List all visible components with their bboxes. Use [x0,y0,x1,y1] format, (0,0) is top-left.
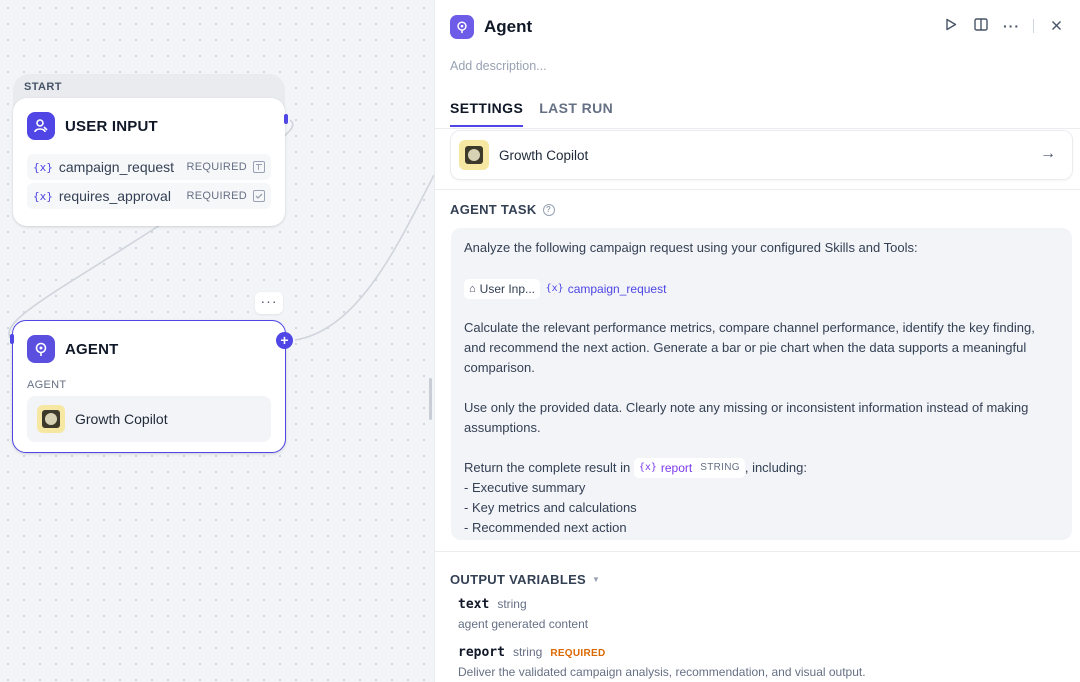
user-input-node[interactable]: USER INPUT {x} campaign_request REQUIRED… [13,98,285,226]
tool-thumbnail [459,140,489,170]
help-icon[interactable]: ? [542,203,555,216]
run-icon[interactable] [943,18,959,34]
agent-node-title: AGENT [65,340,119,358]
divider [435,189,1080,190]
tool-name: Growth Copilot [75,411,168,427]
arrow-right-icon[interactable]: → [1040,145,1056,163]
user-input-title: USER INPUT [65,117,158,135]
output-variable-item: text string agent generated content [458,597,588,631]
user-input-icon [27,112,55,140]
required-badge: REQUIRED [550,648,606,659]
add-node-button[interactable]: + [276,332,293,349]
output-variable-chip[interactable]: {x} report STRING [633,458,745,479]
description-field[interactable]: Add description... [450,59,547,73]
required-label: REQUIRED [186,161,247,173]
divider [1033,19,1034,33]
home-icon: ⌂ [469,282,476,295]
variable-name: campaign_request [58,159,175,175]
bullet-item: - Key metrics and calculations [464,500,637,516]
start-section-label: START [24,81,62,93]
agent-task-title: AGENT TASK [450,202,537,217]
variable-reference-chip[interactable]: {x} campaign_request [544,279,669,299]
agent-task-editor[interactable]: Analyze the following campaign request u… [451,228,1072,540]
task-paragraph-1: Calculate the relevant performance metri… [464,319,1035,375]
variable-row[interactable]: {x} campaign_request REQUIRED [27,154,271,180]
agent-node[interactable]: AGENT AGENT Growth Copilot [12,320,286,453]
agent-task-heading: AGENT TASK ? [450,202,555,217]
return-prefix: Return the complete result in [464,459,631,475]
variable-icon: {x} [638,462,657,474]
variable-icon: {x} [33,160,53,174]
tool-card-name: Growth Copilot [499,147,589,163]
agent-settings-panel: Agent ··· Add description... SETTINGS LA… [434,0,1080,682]
agent-section-label: AGENT [27,379,67,391]
tab-settings[interactable]: SETTINGS [450,100,524,127]
variable-row[interactable]: {x} requires_approval REQUIRED [27,183,271,209]
tool-thumbnail [37,405,65,433]
agent-tool-item[interactable]: Growth Copilot [27,396,271,442]
return-suffix: , including: [744,459,807,475]
panel-title: Agent [484,17,533,36]
agent-icon [450,15,474,39]
node-more-button[interactable]: ··· [255,292,283,314]
output-variable-name: text [458,597,490,612]
required-label: REQUIRED [186,190,247,202]
variable-icon: {x} [545,282,564,294]
output-variable-type: string [512,645,543,659]
bullet-item: - Executive summary [464,480,586,496]
task-paragraph-2: Use only the provided data. Clearly note… [464,399,1029,435]
checkbox-icon [253,190,265,202]
output-variable-item: report string REQUIRED Deliver the validat… [458,645,866,679]
bullet-item: - Recommended next action [464,520,627,536]
agent-input-handle[interactable] [10,334,14,344]
output-variable-name: report [458,645,505,660]
caret-down-icon: ▼ [592,575,601,584]
panel-tabs: SETTINGS LAST RUN [450,100,613,127]
chip-output-name: report [660,461,693,476]
chip-node-name: User Inp... [479,281,536,296]
output-variable-type: string [497,597,527,611]
node-reference-chip[interactable]: ⌂ User Inp... [464,278,541,299]
chip-variable-name: campaign_request [567,281,667,296]
divider [435,551,1080,552]
output-variables-heading[interactable]: OUTPUT VARIABLES ▼ [450,572,600,587]
divider [435,128,1080,129]
text-icon [253,161,265,173]
output-variables-title: OUTPUT VARIABLES [450,572,587,587]
task-intro: Analyze the following campaign request u… [464,240,918,255]
close-icon[interactable] [1048,18,1064,34]
start-output-handle[interactable] [284,114,288,124]
docs-icon[interactable] [973,18,989,34]
workflow-canvas[interactable]: START USER INPUT {x} campaign_request RE… [0,0,434,682]
edge-agent-to-next [294,174,434,341]
output-variable-description: Deliver the validated campaign analysis,… [458,665,866,679]
output-variable-description: agent generated content [458,617,589,631]
variable-icon: {x} [33,189,53,203]
tool-card[interactable]: Growth Copilot → [450,130,1073,180]
panel-resize-handle[interactable] [429,378,432,420]
tab-last-run[interactable]: LAST RUN [539,100,613,127]
agent-icon [27,335,55,363]
variable-name: requires_approval [58,188,171,204]
chip-output-type: STRING [700,462,740,474]
more-icon[interactable]: ··· [1003,18,1019,34]
start-node-group: START USER INPUT {x} campaign_request RE… [13,74,285,226]
